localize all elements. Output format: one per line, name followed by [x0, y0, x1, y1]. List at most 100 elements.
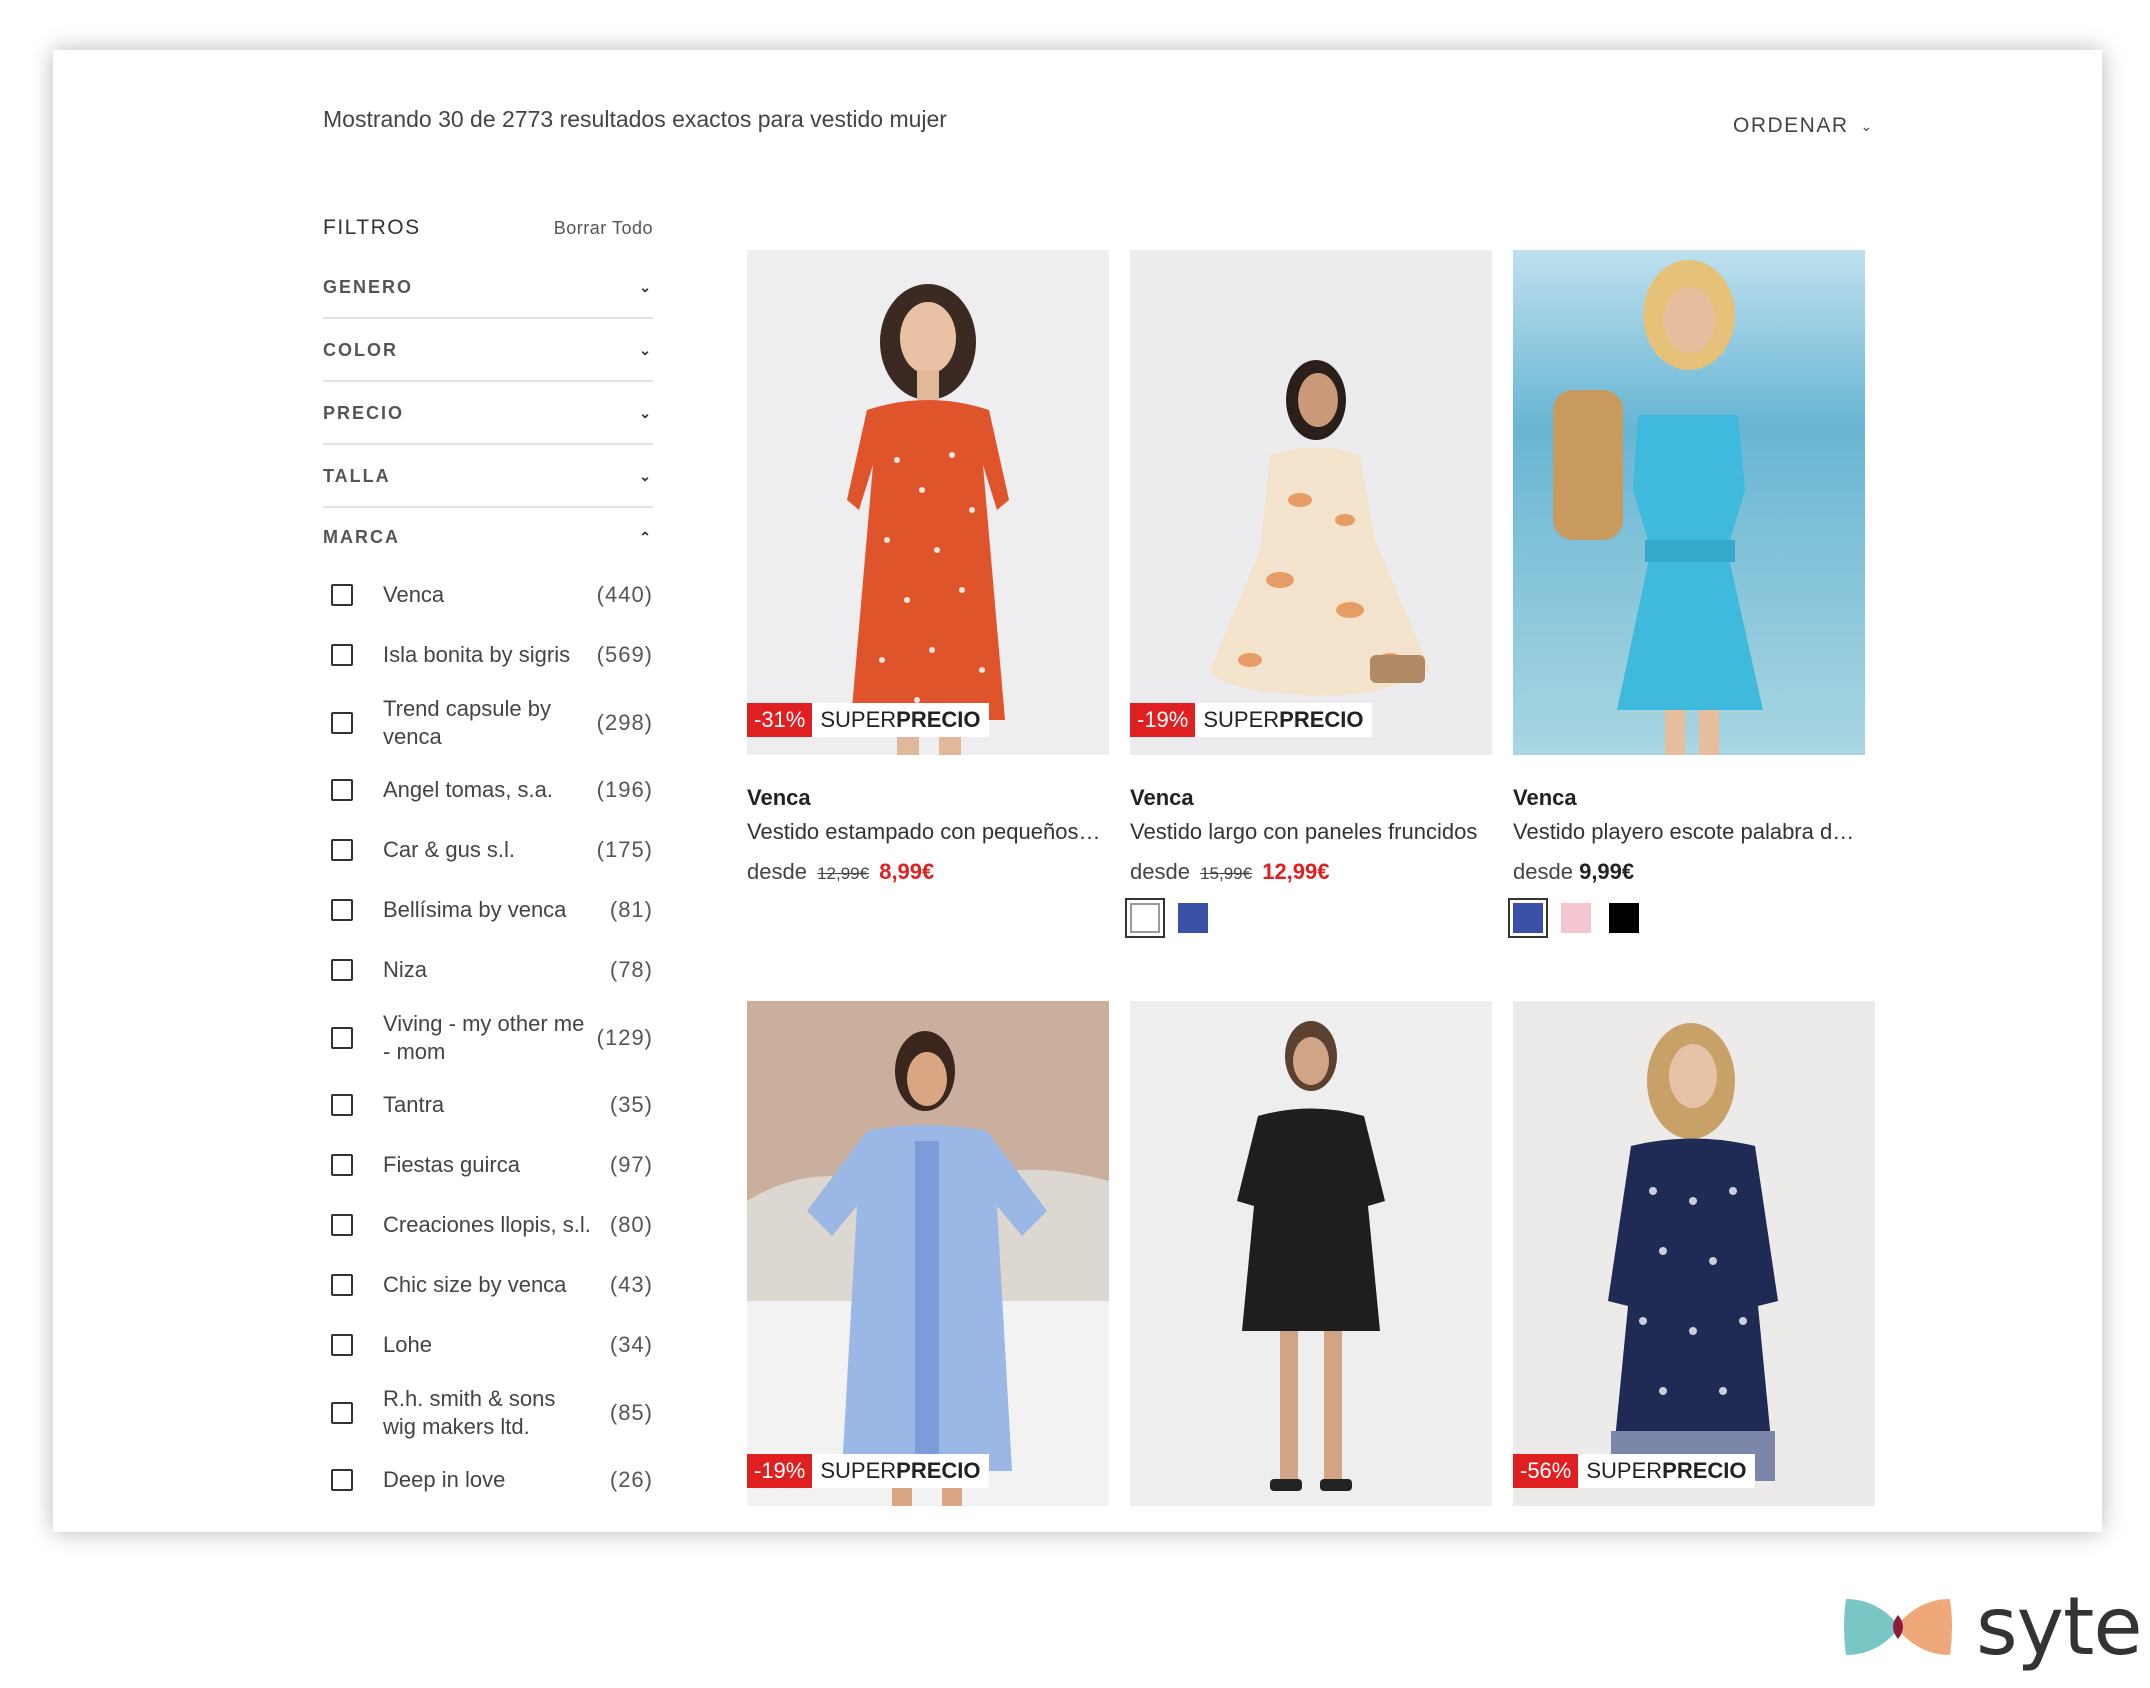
- swatch-blue[interactable]: [1508, 898, 1548, 938]
- product-brand: Venca: [1130, 785, 1194, 810]
- checkbox[interactable]: [331, 584, 353, 606]
- product-card[interactable]: -19% SUPERPRECIO: [747, 1001, 1109, 1506]
- checkbox[interactable]: [331, 959, 353, 981]
- discount-percent: -19%: [1130, 703, 1196, 737]
- checkbox[interactable]: [331, 1214, 353, 1236]
- brand-filter-item[interactable]: Deep in love (26): [323, 1450, 653, 1510]
- brand-filter-item[interactable]: Fiestas guirca (97): [323, 1135, 653, 1195]
- checkbox[interactable]: [331, 1154, 353, 1176]
- badge-precio: PRECIO: [896, 1458, 981, 1483]
- chevron-down-icon: ⌄: [639, 341, 653, 358]
- brand-filter-item[interactable]: Niza (78): [323, 940, 653, 1000]
- product-card[interactable]: Venca Vestido playero escote palabra de……: [1508, 250, 1865, 938]
- brand-count: (78): [609, 957, 653, 982]
- checkbox[interactable]: [331, 1469, 353, 1491]
- filters-title: FILTROS: [323, 216, 421, 239]
- product-title[interactable]: Vestido estampado con pequeños…: [747, 819, 1109, 845]
- product-card[interactable]: -19% SUPERPRECIO Venca Vestido largo con…: [1125, 250, 1492, 938]
- brand-count: (97): [609, 1152, 653, 1177]
- brand-filter-item[interactable]: Trend capsule by venca (298): [323, 685, 653, 760]
- brand-name: Lohe: [383, 1332, 432, 1357]
- product-price: desde 12,99€ 8,99€: [747, 859, 1109, 885]
- floral-maxi-dress-photo: [1130, 250, 1492, 755]
- superprecio-label: SUPERPRECIO: [1195, 703, 1372, 737]
- facet-label: TALLA: [323, 465, 391, 486]
- product-card[interactable]: -31% SUPERPRECIO Venca Vestido estampado…: [747, 250, 1109, 885]
- facet-color[interactable]: COLOR ⌄: [323, 320, 653, 382]
- brand-name: Creaciones llopis, s.l.: [383, 1212, 591, 1237]
- brand-count: (35): [609, 1092, 653, 1117]
- facet-precio[interactable]: PRECIO ⌄: [323, 383, 653, 445]
- checkbox[interactable]: [331, 1274, 353, 1296]
- chevron-down-icon: ⌄: [639, 278, 653, 295]
- swatch-pink[interactable]: [1561, 903, 1591, 933]
- swatch-white[interactable]: [1125, 898, 1165, 938]
- brand-count: (569): [596, 642, 653, 667]
- product-card[interactable]: -56% SUPERPRECIO: [1513, 1001, 1875, 1506]
- product-brand: Venca: [1513, 785, 1577, 810]
- sale-price: 12,99€: [1262, 859, 1330, 884]
- brand-filter-item[interactable]: Viving - my other me - mom (129): [323, 1000, 653, 1075]
- brand-filter-item[interactable]: Isla bonita by sigris (569): [323, 625, 653, 685]
- discount-percent: -19%: [747, 1454, 813, 1488]
- discount-percent: -31%: [747, 703, 813, 737]
- product-image[interactable]: [1513, 250, 1865, 755]
- brand-filter-item[interactable]: Creaciones llopis, s.l. (80): [323, 1195, 653, 1255]
- checkbox[interactable]: [331, 839, 353, 861]
- facet-genero[interactable]: GENERO ⌄: [323, 257, 653, 319]
- checkbox[interactable]: [331, 711, 353, 734]
- brand-filter-item[interactable]: Tantra (35): [323, 1075, 653, 1135]
- brand-filter-item[interactable]: Angel tomas, s.a. (196): [323, 760, 653, 820]
- badge-precio: PRECIO: [1279, 707, 1364, 732]
- clear-all-link[interactable]: Borrar Todo: [554, 218, 653, 239]
- product-image[interactable]: -31% SUPERPRECIO: [747, 250, 1109, 755]
- brand-filter-item[interactable]: R.h. smith & sons wig makers ltd. (85): [323, 1375, 653, 1450]
- sale-price: 8,99€: [879, 859, 935, 884]
- orange-floral-dress-photo: [747, 250, 1109, 755]
- facet-label: MARCA: [323, 526, 400, 547]
- checkbox[interactable]: [331, 1026, 353, 1049]
- brand-filter-item[interactable]: Lohe (34): [323, 1315, 653, 1375]
- discount-percent: -56%: [1513, 1454, 1579, 1488]
- black-smock-dress-photo: [1130, 1001, 1492, 1506]
- brand-filter-item[interactable]: Car & gus s.l. (175): [323, 820, 653, 880]
- swatch-black[interactable]: [1609, 903, 1639, 933]
- brand-filter-item[interactable]: Bellísima by venca (81): [323, 880, 653, 940]
- checkbox[interactable]: [331, 779, 353, 801]
- facet-talla[interactable]: TALLA ⌄: [323, 446, 653, 508]
- product-image[interactable]: -19% SUPERPRECIO: [747, 1001, 1109, 1506]
- brand-name: Niza: [383, 957, 428, 982]
- brand-count: (26): [609, 1467, 653, 1492]
- product-card[interactable]: [1130, 1001, 1492, 1506]
- blue-tunic-dress-photo: [747, 1001, 1109, 1506]
- product-image[interactable]: -19% SUPERPRECIO: [1130, 250, 1492, 755]
- checkbox[interactable]: [331, 1334, 353, 1356]
- checkbox[interactable]: [331, 1401, 353, 1424]
- sort-dropdown[interactable]: ORDENAR ⌄: [1733, 114, 1874, 138]
- facet-label: COLOR: [323, 339, 398, 360]
- checkbox[interactable]: [331, 644, 353, 666]
- product-image[interactable]: -56% SUPERPRECIO: [1513, 1001, 1875, 1506]
- checkbox[interactable]: [331, 899, 353, 921]
- old-price: 12,99€: [817, 864, 870, 883]
- brand-filter-item[interactable]: Venca (440): [323, 565, 653, 625]
- brand-count: (80): [609, 1212, 653, 1237]
- price-from: desde: [747, 859, 807, 884]
- swatch-blue[interactable]: [1178, 903, 1208, 933]
- brand-count: (81): [609, 897, 653, 922]
- product-title[interactable]: Vestido largo con paneles fruncidos: [1130, 819, 1492, 845]
- brand-name: Tantra: [383, 1092, 445, 1117]
- badge-super: SUPER: [1586, 1458, 1663, 1483]
- results-total: 2773: [502, 106, 554, 132]
- browser-frame: Mostrando 30 de 2773 resultados exactos …: [53, 50, 2102, 1532]
- product-title[interactable]: Vestido playero escote palabra de…: [1513, 819, 1865, 845]
- checkbox[interactable]: [331, 1094, 353, 1116]
- brand-filter-item[interactable]: Chic size by venca (43): [323, 1255, 653, 1315]
- syte-logo: syte: [1838, 1580, 2143, 1673]
- discount-badge: -19% SUPERPRECIO: [1130, 703, 1372, 737]
- product-price: desde 15,99€ 12,99€: [1130, 859, 1492, 885]
- product-image[interactable]: [1130, 1001, 1492, 1506]
- chevron-down-icon: ⌄: [1860, 117, 1874, 134]
- badge-super: SUPER: [820, 1458, 897, 1483]
- facet-marca[interactable]: MARCA ⌃: [323, 509, 653, 565]
